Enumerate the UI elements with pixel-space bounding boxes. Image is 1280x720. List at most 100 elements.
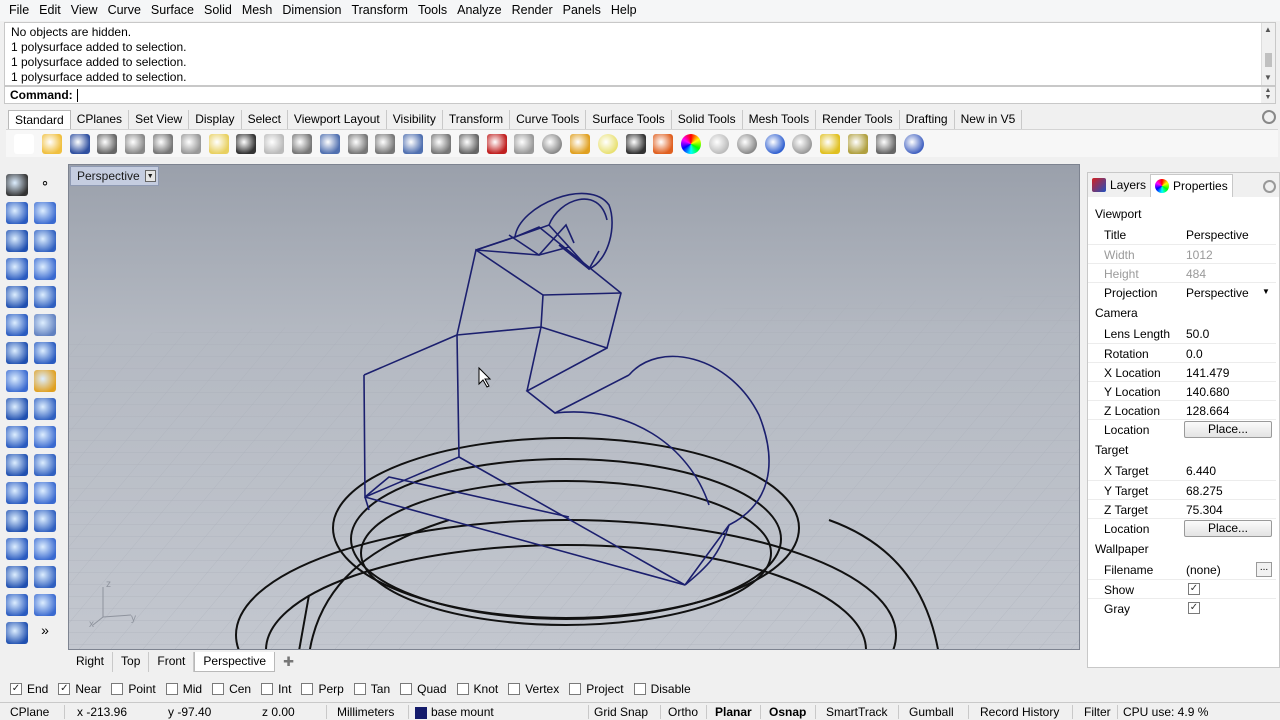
- osnap-disable[interactable]: Disable: [633, 682, 691, 696]
- paste-icon[interactable]: [208, 133, 229, 154]
- layer-icon[interactable]: [6, 622, 28, 644]
- osnap-checkbox[interactable]: [111, 683, 124, 695]
- point-icon[interactable]: [542, 133, 563, 154]
- prop-yloc-value[interactable]: 140.680: [1186, 385, 1229, 399]
- history-scrollbar[interactable]: ▲ ▼: [1261, 23, 1275, 85]
- rendered-sphere-icon[interactable]: [764, 133, 785, 154]
- trim-icon[interactable]: [34, 426, 56, 448]
- ortho-toggle[interactable]: Ortho: [668, 705, 698, 719]
- new-file-icon[interactable]: [14, 133, 34, 154]
- prop-lens-value[interactable]: 50.0: [1186, 327, 1209, 341]
- gumball-toggle[interactable]: Gumball: [909, 705, 954, 719]
- osnap-checkbox[interactable]: [212, 683, 225, 695]
- target-place-button[interactable]: Place...: [1184, 520, 1272, 537]
- osnap-checkbox[interactable]: [633, 683, 646, 695]
- four-viewports-icon[interactable]: [458, 133, 479, 154]
- camera-place-button[interactable]: Place...: [1184, 421, 1272, 438]
- osnap-checkbox[interactable]: [301, 683, 314, 695]
- select-arrow-icon[interactable]: [6, 174, 28, 196]
- prop-projection-value[interactable]: Perspective: [1186, 286, 1249, 300]
- osnap-vertex[interactable]: Vertex: [508, 682, 559, 696]
- menu-help[interactable]: Help: [606, 0, 642, 21]
- viewport-title[interactable]: Perspective ▼: [70, 166, 159, 186]
- options-gear-icon[interactable]: [847, 133, 868, 154]
- command-scrollbar[interactable]: ▲ ▼: [1261, 87, 1275, 103]
- color-wheel-icon[interactable]: [681, 133, 702, 154]
- copy-icon[interactable]: [180, 133, 201, 154]
- menu-file[interactable]: File: [4, 0, 34, 21]
- lights-icon[interactable]: [569, 133, 590, 154]
- toolbar-tab-display[interactable]: Display: [189, 110, 242, 129]
- osnap-tan[interactable]: Tan: [353, 682, 390, 696]
- zoom-selected-icon[interactable]: [403, 133, 424, 154]
- status-cplane[interactable]: CPlane: [10, 705, 49, 719]
- filter-icon[interactable]: [820, 133, 841, 154]
- toolbar-tab-drafting[interactable]: Drafting: [900, 110, 955, 129]
- rotate-view-icon[interactable]: [291, 133, 312, 154]
- osnap-perp[interactable]: Perp: [301, 682, 344, 696]
- split-icon[interactable]: [6, 426, 28, 448]
- transform-icon[interactable]: [34, 594, 56, 616]
- planar-toggle[interactable]: Planar: [715, 705, 752, 719]
- toolbar-tab-viewport-layout[interactable]: Viewport Layout: [288, 110, 387, 129]
- circle-icon[interactable]: [6, 230, 28, 252]
- viewport-tab-right[interactable]: Right: [68, 652, 114, 672]
- car-icon[interactable]: [486, 133, 507, 154]
- polyline-icon[interactable]: [6, 202, 28, 224]
- mesh-sphere-icon[interactable]: [34, 454, 56, 476]
- osnap-project[interactable]: Project: [569, 682, 624, 696]
- gear-view-icon[interactable]: [514, 133, 535, 154]
- sphere-icon[interactable]: [34, 342, 56, 364]
- toolbar-tab-standard[interactable]: Standard: [8, 110, 71, 129]
- menu-panels[interactable]: Panels: [558, 0, 606, 21]
- boolean-icon[interactable]: [6, 398, 28, 420]
- open-file-icon[interactable]: [41, 133, 62, 154]
- toolbar-tab-surface-tools[interactable]: Surface Tools: [586, 110, 672, 129]
- show-checkbox[interactable]: ✓: [1188, 583, 1200, 595]
- osnap-mid[interactable]: Mid: [165, 682, 202, 696]
- toolbar-tab-curve-tools[interactable]: Curve Tools: [510, 110, 587, 129]
- smarttrack-toggle[interactable]: SmartTrack: [826, 705, 888, 719]
- osnap-near[interactable]: ✓ Near: [58, 682, 101, 696]
- menu-mesh[interactable]: Mesh: [237, 0, 278, 21]
- save-icon[interactable]: [69, 133, 90, 154]
- toolbar-tab-transform[interactable]: Transform: [443, 110, 511, 129]
- revolve-icon[interactable]: [6, 482, 28, 504]
- toolbar-tab-new-in-v5[interactable]: New in V5: [955, 110, 1023, 129]
- mirror-icon[interactable]: [34, 538, 56, 560]
- prop-rotation-value[interactable]: 0.0: [1186, 347, 1203, 361]
- menu-render[interactable]: Render: [507, 0, 558, 21]
- osnap-checkbox[interactable]: [353, 683, 366, 695]
- status-units[interactable]: Millimeters: [337, 705, 394, 719]
- undo-icon[interactable]: [236, 133, 257, 154]
- osnap-point[interactable]: Point: [111, 682, 156, 696]
- wireframe-sphere-icon[interactable]: [708, 133, 729, 154]
- block-icon[interactable]: [6, 566, 28, 588]
- scale-icon[interactable]: [34, 510, 56, 532]
- tab-properties[interactable]: Properties: [1150, 173, 1233, 197]
- sweep-icon[interactable]: [34, 482, 56, 504]
- print-icon[interactable]: [97, 133, 118, 154]
- osnap-checkbox[interactable]: [508, 683, 521, 695]
- point-icon[interactable]: ∘: [34, 174, 56, 196]
- osnap-checkbox[interactable]: [261, 683, 274, 695]
- toolbar-tab-select[interactable]: Select: [242, 110, 288, 129]
- zoom-icon[interactable]: [319, 133, 340, 154]
- osnap-end[interactable]: ✓ End: [10, 682, 48, 696]
- viewport-tab-front[interactable]: Front: [149, 652, 195, 672]
- toolbar-tab-mesh-tools[interactable]: Mesh Tools: [743, 110, 817, 129]
- viewport-tab-top[interactable]: Top: [113, 652, 150, 672]
- prop-ztarget-value[interactable]: 75.304: [1186, 503, 1223, 517]
- toolbar-tab-set-view[interactable]: Set View: [129, 110, 190, 129]
- osnap-checkbox[interactable]: [165, 683, 178, 695]
- dimension-icon[interactable]: [34, 566, 56, 588]
- menu-edit[interactable]: Edit: [34, 0, 66, 21]
- grid-icon[interactable]: [875, 133, 896, 154]
- toolbar-settings-gear-icon[interactable]: [1262, 110, 1276, 124]
- perspective-viewport[interactable]: z y x Perspective ▼: [68, 164, 1080, 650]
- prop-xtarget-value[interactable]: 6.440: [1186, 464, 1216, 478]
- cut-icon[interactable]: [152, 133, 173, 154]
- loft-icon[interactable]: [34, 370, 56, 392]
- filter-toggle[interactable]: Filter: [1084, 705, 1111, 719]
- menu-analyze[interactable]: Analyze: [452, 0, 506, 21]
